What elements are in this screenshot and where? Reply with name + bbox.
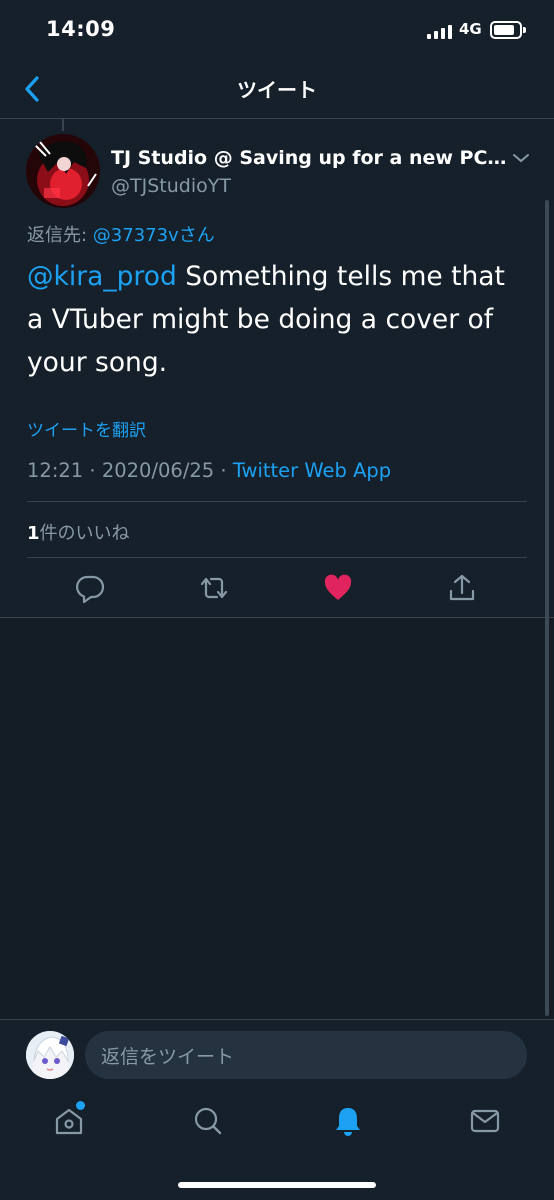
battery-icon [490,21,522,39]
signal-strength-icon [427,22,452,39]
tweet-date: 2020/06/25 [101,459,215,482]
tab-search[interactable] [191,1104,225,1138]
reply-button[interactable] [74,572,106,604]
divider [0,1019,554,1020]
meta-separator: · [214,459,233,482]
reply-to-user-link[interactable]: @37373vさん [93,225,215,246]
author-avatar[interactable] [26,134,100,208]
network-type: 4G [459,20,482,38]
chevron-down-icon [513,154,529,163]
home-new-content-dot [76,1101,85,1110]
tab-messages[interactable] [468,1104,502,1138]
tweet-text: @kira_prod Something tells me that a VTu… [27,255,527,384]
thread-connector-line [62,119,64,131]
likes-count-link[interactable]: 1件のいいね [27,519,130,545]
scrollbar[interactable] [545,200,549,1016]
like-button[interactable] [322,572,354,604]
status-time: 14:09 [46,17,116,41]
reply-to-line: 返信先: @37373vさん [27,221,215,247]
avatar[interactable] [26,1031,74,1079]
comment-icon [76,575,105,604]
tweet-source-link[interactable]: Twitter Web App [233,459,391,482]
author-avatar-image [26,134,100,208]
reply-input[interactable]: 返信をツイート [85,1031,527,1079]
translate-tweet-link[interactable]: ツイートを翻訳 [27,416,146,441]
retweet-button[interactable] [198,572,230,604]
likes-count: 1 [27,523,40,544]
divider [27,557,527,558]
retweet-icon [200,577,228,599]
page-title: ツイート [237,78,317,102]
user-avatar-image [26,1031,74,1079]
home-indicator[interactable] [178,1182,376,1188]
header-divider [0,118,554,119]
tweet-time: 12:21 [27,459,84,482]
bell-icon [336,1108,360,1136]
reply-to-label: 返信先: [27,225,93,246]
search-icon [194,1107,222,1135]
likes-label: 件のいいね [39,523,130,544]
replies-area [0,618,554,1019]
meta-separator: · [83,459,102,482]
author-display-name[interactable]: TJ Studio @ Saving up for a new PC... [111,147,507,169]
tab-notifications[interactable] [331,1104,365,1138]
battery-cap [523,27,526,33]
heart-icon [324,574,352,600]
divider [27,501,527,502]
share-icon [449,574,475,601]
share-button[interactable] [446,572,478,604]
author-handle[interactable]: @TJStudioYT [111,175,231,197]
tweet-meta: 12:21 · 2020/06/25 · Twitter Web App [27,459,391,482]
mention-link[interactable]: @kira_prod [27,261,177,292]
mail-icon [470,1109,500,1133]
tweet-options-button[interactable] [510,150,532,166]
